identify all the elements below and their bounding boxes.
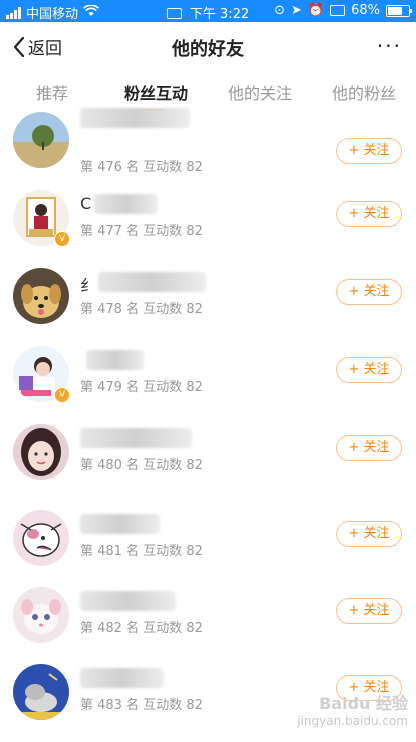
watermark: Baidu 经验 jingyan.baidu.com [297,690,408,728]
location-icon: ➤ [291,3,302,18]
verified-badge-icon: V [54,387,70,403]
avatar[interactable] [13,112,69,168]
list-item[interactable]: 第 481 名 互动数 82 + 关注 [0,510,416,588]
status-right: ⊙ ➤ ⏰ 68% [274,3,412,18]
rank-meta: 第 481 名 互动数 82 [80,544,203,559]
watermark-brand: Baidu 经验 [319,694,408,713]
follow-button[interactable]: + 关注 [336,201,402,227]
tab-recommend[interactable]: 推荐 [0,78,104,112]
follow-button[interactable]: + 关注 [336,521,402,547]
status-bar: 中国移动 下午 3:22 ⊙ ➤ ⏰ 68% [0,0,416,22]
list-item[interactable]: V 第 479 名 互动数 82 + 关注 [0,346,416,424]
username-masked [86,350,144,370]
username-visible: 纟 [80,276,97,295]
username-masked [80,428,192,448]
rank-meta: 第 480 名 互动数 82 [80,458,203,473]
more-options-button[interactable]: ··· [377,34,402,58]
list-item[interactable]: 第 476 名 互动数 82 + 关注 [0,108,416,190]
rank-meta: 第 478 名 互动数 82 [80,302,203,317]
tab-bar: 推荐 粉丝互动 他的关注 他的粉丝 [0,78,416,112]
avatar[interactable] [13,424,69,480]
rank-meta: 第 476 名 互动数 82 [80,160,203,175]
avatar[interactable] [13,587,69,643]
follow-button[interactable]: + 关注 [336,279,402,305]
rotation-lock-icon: ⊙ [274,3,285,18]
rank-meta: 第 479 名 互动数 82 [80,380,203,395]
username-masked [98,272,206,292]
rank-meta: 第 477 名 互动数 82 [80,224,203,239]
rank-meta: 第 483 名 互动数 82 [80,698,203,713]
list-item[interactable]: V C 第 477 名 互动数 82 + 关注 [0,190,416,268]
avatar[interactable] [13,664,69,720]
page-title: 他的好友 [172,39,244,60]
username-masked [80,514,160,534]
cast-icon [166,8,182,19]
list-item[interactable]: 第 482 名 互动数 82 + 关注 [0,587,416,665]
screen-mirror-icon [330,5,346,16]
watermark-url: jingyan.baidu.com [297,714,408,728]
avatar[interactable] [13,510,69,566]
username-masked [94,194,158,214]
follow-button[interactable]: + 关注 [336,357,402,383]
tab-his-fans[interactable]: 他的粉丝 [312,78,416,112]
status-time: 下午 3:22 [189,7,250,22]
nav-header: 返回 他的好友 ··· [0,22,416,72]
username-visible: C [80,194,92,213]
battery-icon [386,4,412,17]
list-item[interactable]: 纟 第 478 名 互动数 82 + 关注 [0,268,416,346]
follow-button[interactable]: + 关注 [336,138,402,164]
username-masked [80,108,190,128]
list-item[interactable]: 第 480 名 互动数 82 + 关注 [0,424,416,502]
rank-meta: 第 482 名 互动数 82 [80,621,203,636]
follow-button[interactable]: + 关注 [336,435,402,461]
battery-fill [388,6,402,15]
tab-fan-interaction[interactable]: 粉丝互动 [104,78,208,112]
username-masked [80,591,176,611]
battery-percent: 68% [351,3,380,18]
follow-button[interactable]: + 关注 [336,598,402,624]
avatar[interactable] [13,268,69,324]
alarm-icon: ⏰ [307,3,325,18]
verified-badge-icon: V [54,231,70,247]
username-masked [80,668,164,688]
tab-his-following[interactable]: 他的关注 [208,78,312,112]
